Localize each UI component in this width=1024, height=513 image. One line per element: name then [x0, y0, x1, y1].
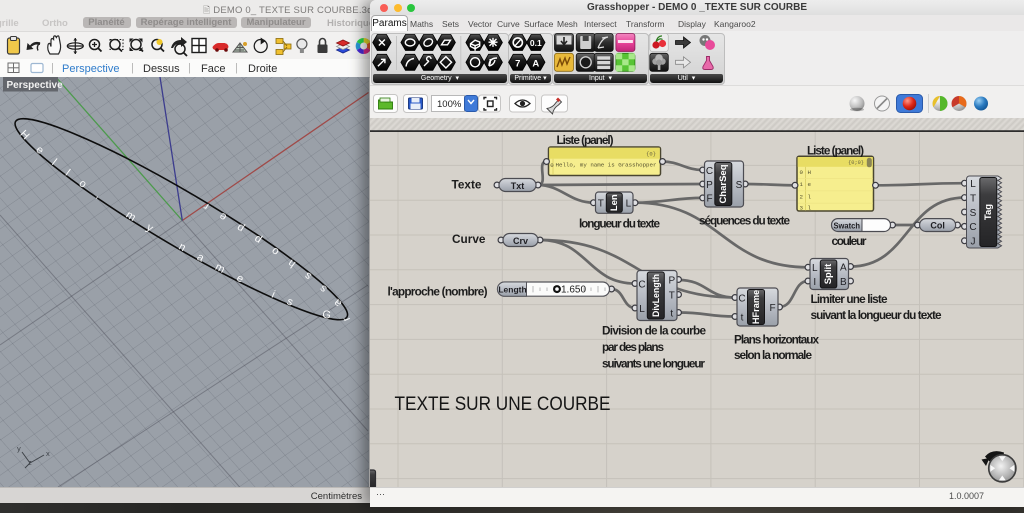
svg-text:l: l [808, 205, 812, 212]
svg-text:S: S [970, 208, 977, 219]
svg-text:Limiter une liste: Limiter une liste [811, 292, 888, 306]
svg-text:y: y [17, 444, 21, 453]
svg-text:Liste (panel): Liste (panel) [807, 144, 864, 158]
svg-text:C: C [706, 166, 713, 177]
svg-text:{0}: {0} [646, 151, 656, 158]
svg-text:Liste (panel): Liste (panel) [557, 133, 614, 147]
svg-text:TEXTE SUR UNE COURBE: TEXTE SUR UNE COURBE [395, 393, 611, 415]
svg-text:A: A [840, 262, 847, 273]
svg-text:P: P [706, 180, 713, 191]
svg-text:F: F [769, 303, 775, 314]
svg-text:Perspective: Perspective [7, 80, 64, 91]
svg-text:suivants une longueur: suivants une longueur [602, 357, 705, 371]
svg-text:x: x [46, 449, 50, 458]
svg-text:t: t [741, 312, 744, 323]
svg-text:T: T [669, 290, 675, 301]
svg-text:Division de la courbe: Division de la courbe [602, 324, 706, 338]
svg-text:Swatch: Swatch [834, 220, 861, 230]
svg-text:Col: Col [930, 221, 945, 231]
svg-text:F: F [706, 194, 712, 205]
svg-text:L: L [639, 304, 645, 315]
svg-text:CharSeq: CharSeq [718, 164, 729, 203]
svg-text:L: L [970, 179, 976, 190]
svg-text:e: e [808, 181, 812, 188]
svg-text:C: C [738, 293, 745, 304]
svg-text:Hello, my name is Grasshopper: Hello, my name is Grasshopper [556, 162, 657, 169]
svg-text:couleur: couleur [832, 234, 867, 248]
svg-text:DivLength: DivLength [651, 274, 661, 317]
svg-text:P: P [668, 275, 675, 286]
svg-text:0.1: 0.1 [530, 38, 542, 48]
svg-text:S: S [736, 180, 743, 191]
svg-text:L: L [812, 263, 818, 274]
svg-text:suivant la longueur du texte: suivant la longueur du texte [811, 308, 942, 322]
svg-text:A: A [532, 58, 539, 69]
svg-text:séquences du texte: séquences du texte [699, 214, 790, 228]
svg-text:l: l [808, 193, 812, 200]
svg-text:H: H [808, 169, 812, 176]
svg-text:par des plans: par des plans [602, 340, 664, 354]
svg-text:HFrame: HFrame [751, 290, 761, 324]
svg-text:T: T [970, 193, 976, 204]
svg-text:B: B [840, 277, 847, 288]
svg-text:selon la normale: selon la normale [734, 348, 812, 362]
svg-text:Plans horizontaux: Plans horizontaux [734, 333, 819, 347]
svg-text:L: L [626, 199, 632, 210]
svg-text:Split: Split [823, 263, 834, 284]
svg-text:Texte: Texte [452, 178, 482, 192]
svg-text:C: C [969, 222, 976, 233]
svg-text:Length: Length [498, 284, 526, 294]
svg-text:0: 0 [800, 169, 804, 176]
svg-text:Crv: Crv [513, 236, 528, 246]
svg-text:Curve: Curve [452, 232, 486, 246]
svg-text:Txt: Txt [511, 181, 525, 191]
svg-text:I: I [813, 277, 816, 288]
svg-text:t: t [670, 308, 673, 319]
svg-text:{0;0}: {0;0} [848, 160, 864, 166]
svg-text:1.650: 1.650 [561, 285, 586, 296]
svg-text:J: J [971, 237, 976, 248]
svg-text:T: T [598, 199, 604, 210]
svg-text:1: 1 [800, 181, 804, 188]
svg-text:z: z [28, 458, 32, 467]
svg-text:7: 7 [515, 58, 520, 69]
svg-text:100%: 100% [437, 99, 462, 110]
svg-text:Tag: Tag [983, 204, 994, 220]
svg-text:Len: Len [609, 194, 620, 211]
svg-text:3: 3 [800, 205, 804, 212]
svg-text:longueur du texte: longueur du texte [579, 217, 660, 231]
svg-text:C: C [638, 279, 645, 290]
svg-text:0: 0 [550, 162, 554, 169]
svg-text:l'approche (nombre): l'approche (nombre) [388, 285, 488, 299]
svg-text:2: 2 [800, 193, 804, 200]
